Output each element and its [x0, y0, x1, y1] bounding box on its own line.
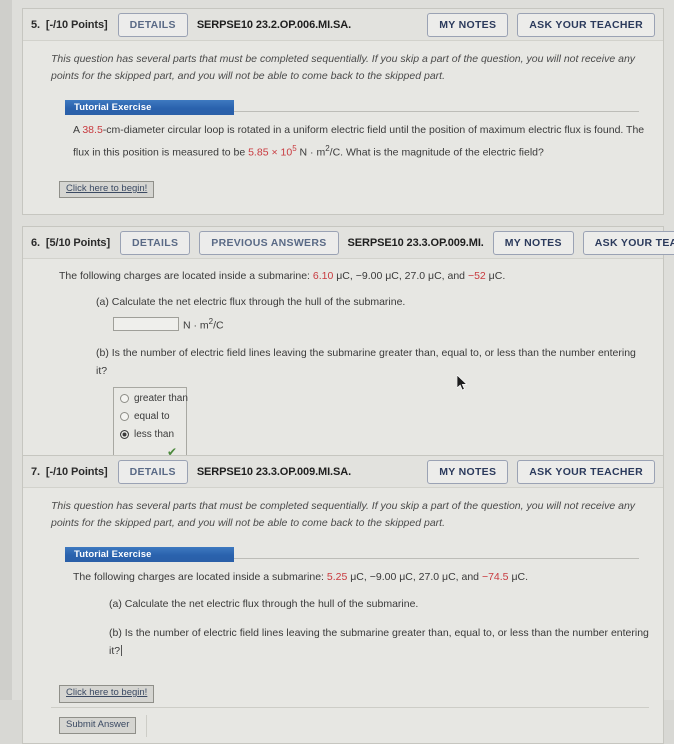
question-5-header: 5. [-/10 Points] DETAILS SERPSE10 23.2.O… [23, 9, 663, 41]
assignment-page: 5. [-/10 Points] DETAILS SERPSE10 23.2.O… [12, 0, 674, 744]
q5-flux-times: × [268, 146, 281, 159]
q5-units-1: N · m [296, 146, 326, 159]
sequential-parts-note-5: This question has several parts that mus… [51, 53, 636, 83]
question-card-6: 6. [5/10 Points] DETAILS PREVIOUS ANSWER… [22, 226, 674, 477]
flux-answer-units-6: N · m2/C [183, 317, 224, 332]
q5-text-3: /C. What is the magnitude of the electri… [329, 146, 544, 159]
my-notes-button-7[interactable]: MY NOTES [427, 459, 509, 484]
question-5-number: 5. [-/10 Points] [31, 19, 108, 31]
question-7-points: [-/10 Points] [45, 465, 108, 478]
begin-label-5: Click here to begin! [66, 183, 148, 194]
q7-part-b-text: (b) Is the number of electric field line… [109, 627, 649, 658]
q5-flux-base: 10 [280, 146, 293, 159]
radio-option-equal-to[interactable]: equal to [120, 411, 180, 422]
tutorial-exercise-banner-5: Tutorial Exercise [65, 99, 649, 115]
ask-your-teacher-button-7[interactable]: ASK YOUR TEACHER [517, 459, 655, 484]
question-7-index: 7. [31, 465, 40, 478]
radio-label-equal-to: equal to [134, 410, 170, 422]
q7-charge-4-unit: μC. [508, 570, 528, 583]
question-7-header: 7. [-/10 Points] DETAILS SERPSE10 23.3.O… [23, 456, 663, 488]
question-6-body: The following charges are located inside… [23, 259, 663, 476]
question-6-index: 6. [31, 236, 40, 249]
q6-charges-prefix: The following charges are located inside… [59, 270, 313, 282]
details-button-5[interactable]: DETAILS [117, 12, 188, 37]
details-button-6[interactable]: DETAILS [120, 230, 191, 255]
radio-option-less-than[interactable]: less than [120, 429, 180, 440]
q6-charge-4: −52 [467, 270, 486, 282]
my-notes-button-6[interactable]: MY NOTES [492, 230, 574, 255]
submit-rail-divider [146, 714, 649, 737]
question-5-body: This question has several parts that mus… [23, 41, 663, 215]
q6-charge-1: 6.10 [312, 270, 334, 282]
radio-icon-greater-than[interactable] [120, 393, 129, 403]
ask-your-teacher-button-6[interactable]: ASK YOUR TEACHER [582, 230, 674, 255]
tutorial-exercise-label-5: Tutorial Exercise [65, 99, 234, 115]
question-6-part-a: (a) Calculate the net electric flux thro… [96, 295, 406, 308]
previous-answers-button-6[interactable]: PREVIOUS ANSWERS [199, 230, 339, 255]
radio-icon-less-than[interactable] [120, 429, 129, 439]
sequential-parts-note-7: This question has several parts that mus… [51, 500, 636, 530]
tutorial-divider-7 [234, 557, 639, 559]
my-notes-button-5[interactable]: MY NOTES [427, 12, 509, 37]
ask-your-teacher-button-5[interactable]: ASK YOUR TEACHER [517, 12, 655, 37]
q6-unit-1: N · m [183, 319, 209, 332]
submit-answer-button[interactable]: Submit Answer [59, 716, 137, 735]
q7-charge-1-unit: μC, [347, 570, 370, 583]
tutorial-divider-5 [234, 110, 639, 112]
question-6-radio-group: greater than equal to less than ✔ [113, 386, 188, 464]
q6-unit-2: /C [213, 319, 224, 332]
question-6-points: [5/10 Points] [45, 236, 111, 249]
q7-charge-4: −74.5 [481, 570, 509, 583]
q5-diameter-value: 38.5 [82, 123, 103, 136]
question-6-answer-row: N · m2/C [113, 317, 649, 332]
submit-label: Submit Answer [66, 718, 130, 730]
text-caret [121, 645, 123, 657]
question-card-5: 5. [-/10 Points] DETAILS SERPSE10 23.2.O… [22, 8, 664, 216]
tutorial-exercise-banner-7: Tutorial Exercise [65, 546, 649, 562]
question-5-code: SERPSE10 23.2.OP.006.MI.SA. [196, 18, 352, 31]
q7-charge-1: 5.25 [326, 570, 348, 583]
q7-charges-mid: −9.00 μC, 27.0 μC, and [369, 570, 482, 583]
begin-label-7: Click here to begin! [66, 687, 148, 699]
submit-inner: Submit Answer [59, 714, 649, 737]
page-left-gutter [0, 0, 12, 700]
question-5-prompt: A 38.5-cm-diameter circular loop is rota… [73, 121, 649, 163]
flux-answer-input-6[interactable] [113, 317, 179, 332]
radio-label-greater-than: greater than [134, 392, 188, 404]
question-card-7: 7. [-/10 Points] DETAILS SERPSE10 23.3.O… [22, 455, 664, 744]
q7-charges-prefix: The following charges are located inside… [73, 570, 327, 583]
question-7-part-b: (b) Is the number of electric field line… [109, 625, 649, 661]
submit-answer-row: Submit Answer [51, 706, 649, 743]
question-7-body: This question has several parts that mus… [23, 488, 663, 743]
radio-icon-equal-to[interactable] [120, 411, 129, 421]
question-5-points: [-/10 Points] [45, 18, 108, 31]
q6-charge-1-unit: μC, [333, 270, 356, 282]
click-here-to-begin-button-5[interactable]: Click here to begin! [59, 181, 155, 199]
q6-charges-mid: −9.00 μC, 27.0 μC, and [355, 270, 468, 282]
question-6-number: 6. [5/10 Points] [31, 237, 110, 249]
question-6-header: 6. [5/10 Points] DETAILS PREVIOUS ANSWER… [23, 227, 674, 259]
question-7-number: 7. [-/10 Points] [31, 466, 108, 478]
q5-flux-mantissa: 5.85 [248, 146, 269, 159]
question-7-part-a: (a) Calculate the net electric flux thro… [109, 597, 419, 610]
details-button-7[interactable]: DETAILS [117, 459, 188, 484]
radio-option-greater-than[interactable]: greater than [120, 393, 188, 404]
question-6-part-b: (b) Is the number of electric field line… [96, 347, 636, 378]
question-6-code: SERPSE10 23.3.OP.009.MI. [347, 236, 484, 249]
q5-text-1: A [73, 123, 83, 136]
question-6-charges: The following charges are located inside… [59, 267, 649, 287]
question-7-code: SERPSE10 23.3.OP.009.MI.SA. [196, 465, 352, 478]
radio-label-less-than: less than [134, 428, 175, 440]
question-5-index: 5. [31, 18, 40, 31]
question-7-charges: The following charges are located inside… [73, 568, 649, 588]
tutorial-exercise-label-7: Tutorial Exercise [65, 546, 234, 562]
q6-charge-4-unit: μC. [485, 270, 506, 282]
begin-button-wrap-5: Click here to begin! [59, 181, 649, 199]
